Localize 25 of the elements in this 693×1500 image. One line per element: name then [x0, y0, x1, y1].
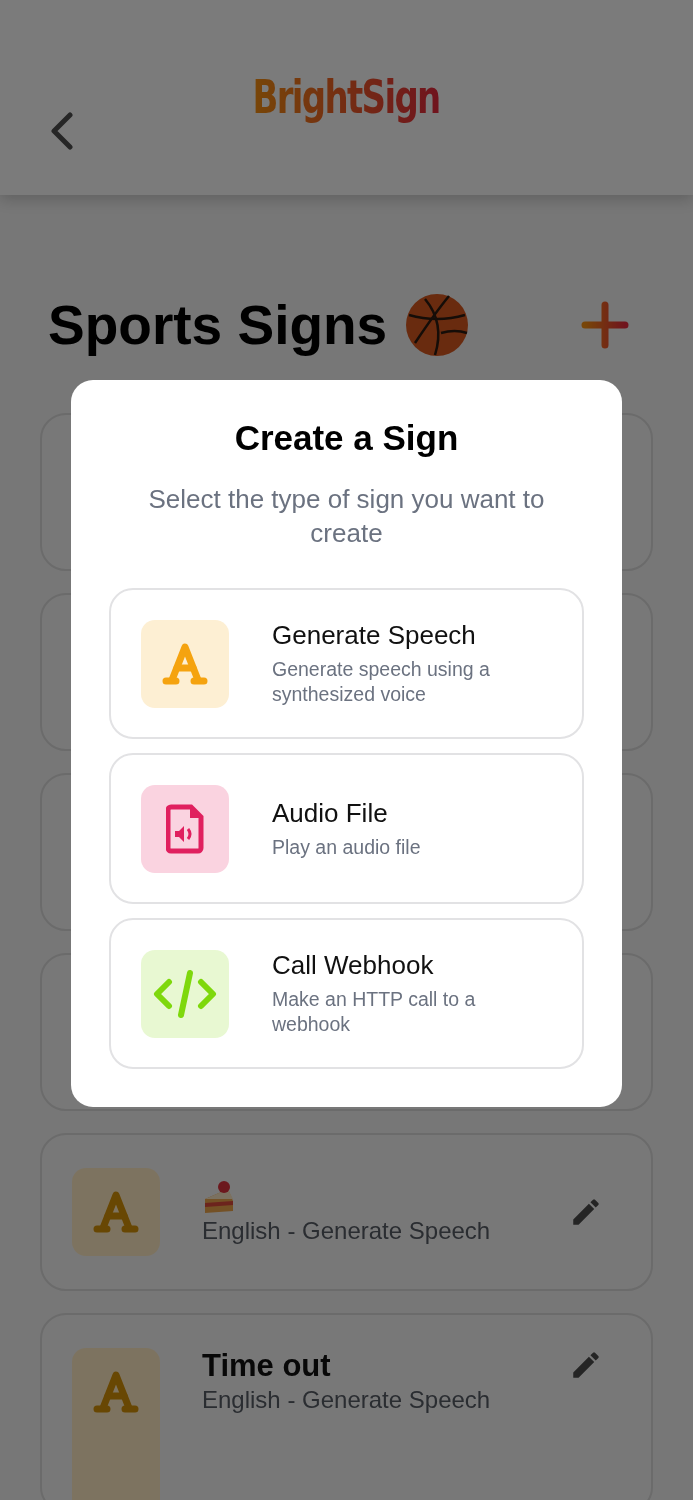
- sign-type-option[interactable]: Call Webhook Make an HTTP call to a webhook: [109, 918, 584, 1069]
- sign-type-option[interactable]: Generate Speech Generate speech using a synthesized voice: [109, 588, 584, 739]
- code-icon: [153, 968, 217, 1019]
- letter-a-icon: [162, 641, 208, 686]
- option-title: Generate Speech: [272, 620, 477, 651]
- option-description: Play an audio file: [272, 834, 421, 860]
- dialog-subtitle: Select the type of sign you want to create: [147, 483, 546, 550]
- option-description: Make an HTTP call to a webhook: [272, 987, 477, 1037]
- option-title: Audio File: [272, 797, 389, 829]
- cake-slice-icon: [202, 1179, 236, 1215]
- dialog-title: Create a Sign: [234, 418, 459, 458]
- basketball-icon: [405, 293, 470, 357]
- option-description: Generate speech using a synthesized voice: [272, 657, 491, 707]
- sign-title: Time out: [202, 1348, 331, 1384]
- sign-subtitle: English - Generate Speech: [202, 1217, 491, 1245]
- audio-file-icon: [166, 803, 204, 854]
- sign-type-option[interactable]: Audio File Play an audio file: [109, 753, 584, 904]
- add-icon[interactable]: [581, 301, 629, 349]
- sign-subtitle: English - Generate Speech: [202, 1386, 491, 1414]
- option-title: Call Webhook: [272, 950, 435, 981]
- letter-a-icon: [93, 1370, 139, 1414]
- sign-card[interactable]: Time out English - Generate Speech: [40, 1313, 653, 1500]
- back-icon[interactable]: [48, 112, 74, 150]
- page-title: Sports Signs: [48, 293, 388, 357]
- letter-a-icon: [93, 1190, 139, 1234]
